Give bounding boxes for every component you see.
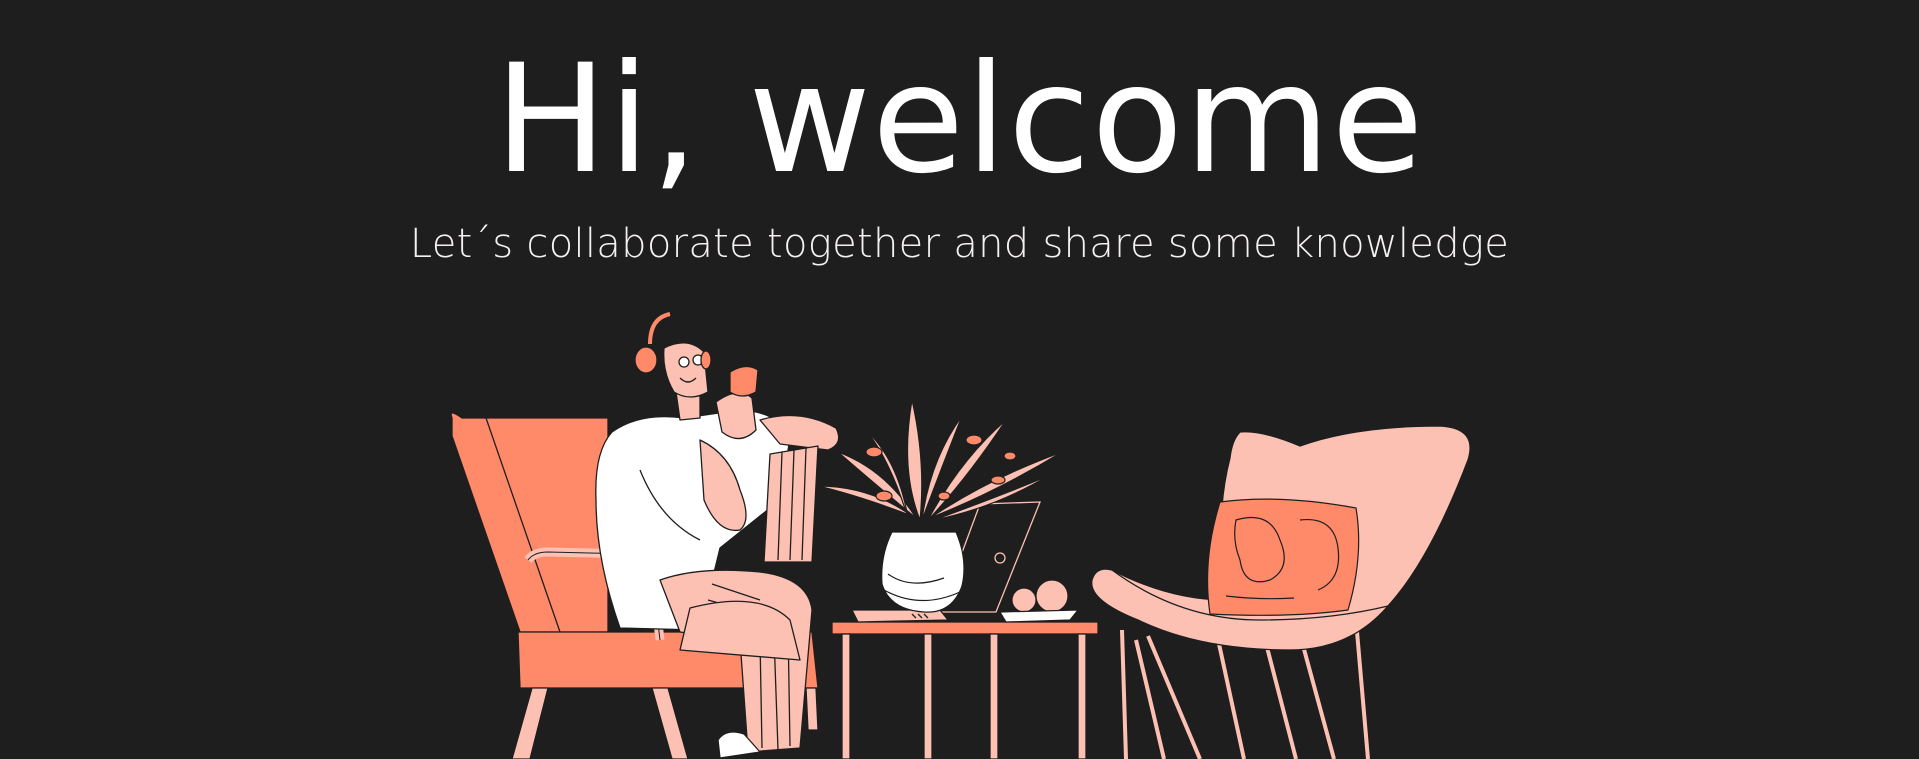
woman-with-headphones [595,312,840,759]
cushion [1206,498,1360,616]
lounge-illustration [450,312,1471,759]
welcome-hero: Hi, welcome Let´s collaborate together a… [0,0,1919,759]
fruit-bowl [998,573,1080,623]
side-table [831,621,1099,759]
